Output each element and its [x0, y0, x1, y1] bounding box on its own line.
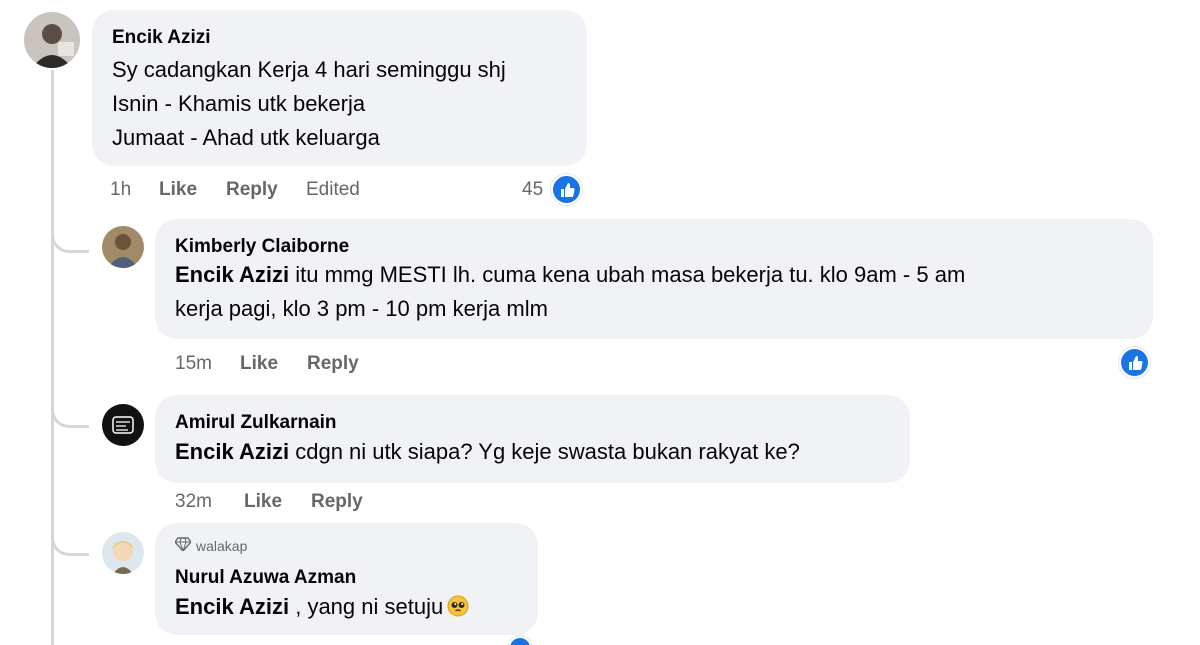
user-photo-icon — [24, 12, 80, 68]
avatar[interactable] — [102, 226, 144, 268]
badge-label: walakap — [196, 537, 248, 554]
top-fan-badge: walakap — [174, 537, 248, 554]
reply-button[interactable]: Reply — [307, 353, 359, 375]
comment-author[interactable]: Encik Azizi — [112, 27, 211, 49]
avatar[interactable] — [102, 532, 144, 574]
diamond-icon — [174, 537, 192, 554]
comment-text-line: Encik Azizi , yang ni setuju — [175, 594, 469, 620]
user-photo-icon — [102, 226, 144, 268]
comment-text-line: kerja pagi, klo 3 pm - 10 pm kerja mlm — [175, 296, 548, 321]
like-icon[interactable] — [551, 174, 582, 205]
thread-connector-line — [51, 70, 54, 645]
edited-label: Edited — [306, 179, 360, 200]
thread-branch — [51, 390, 89, 428]
comment-text-line: Encik Azizi cdgn ni utk siapa? Yg keje s… — [175, 439, 800, 465]
mention-link[interactable]: Encik Azizi — [175, 439, 289, 464]
comment-text-line: Jumaat - Ahad utk keluarga — [112, 125, 380, 150]
user-photo-icon — [102, 532, 144, 574]
pleading-face-emoji — [447, 595, 469, 617]
thread-branch — [51, 518, 89, 556]
comment-text-line: Isnin - Khamis utk bekerja — [112, 91, 366, 116]
mention-link[interactable]: Encik Azizi — [175, 594, 289, 619]
like-button[interactable]: Like — [159, 179, 197, 201]
user-photo-icon — [102, 404, 144, 446]
comment-text-line: Sy cadangkan Kerja 4 hari seminggu shj — [112, 57, 506, 82]
comment-text: cdgn ni utk siapa? Yg keje swasta bukan … — [289, 439, 800, 464]
like-button[interactable]: Like — [244, 491, 282, 513]
avatar[interactable] — [24, 12, 80, 68]
like-button[interactable]: Like — [240, 353, 278, 375]
thread-branch — [51, 215, 89, 253]
like-icon[interactable] — [508, 636, 532, 645]
comment-text: , yang ni setuju — [289, 594, 444, 619]
comment-text: itu mmg MESTI lh. cuma kena ubah masa be… — [289, 262, 966, 287]
reply-button[interactable]: Reply — [311, 491, 363, 513]
avatar[interactable] — [102, 404, 144, 446]
comment-author[interactable]: Nurul Azuwa Azman — [175, 567, 356, 589]
reaction-count[interactable]: 45 — [522, 179, 543, 201]
comment-timestamp[interactable]: 1h — [110, 179, 131, 201]
comment-author[interactable]: Kimberly Claiborne — [175, 236, 349, 258]
reply-button[interactable]: Reply — [226, 179, 278, 201]
comment-author[interactable]: Amirul Zulkarnain — [175, 412, 337, 434]
like-icon[interactable] — [1119, 347, 1150, 378]
comment-text-line: Encik Azizi itu mmg MESTI lh. cuma kena … — [175, 262, 965, 288]
comment-timestamp[interactable]: 32m — [175, 491, 212, 513]
comment-timestamp[interactable]: 15m — [175, 353, 212, 375]
mention-link[interactable]: Encik Azizi — [175, 262, 289, 287]
